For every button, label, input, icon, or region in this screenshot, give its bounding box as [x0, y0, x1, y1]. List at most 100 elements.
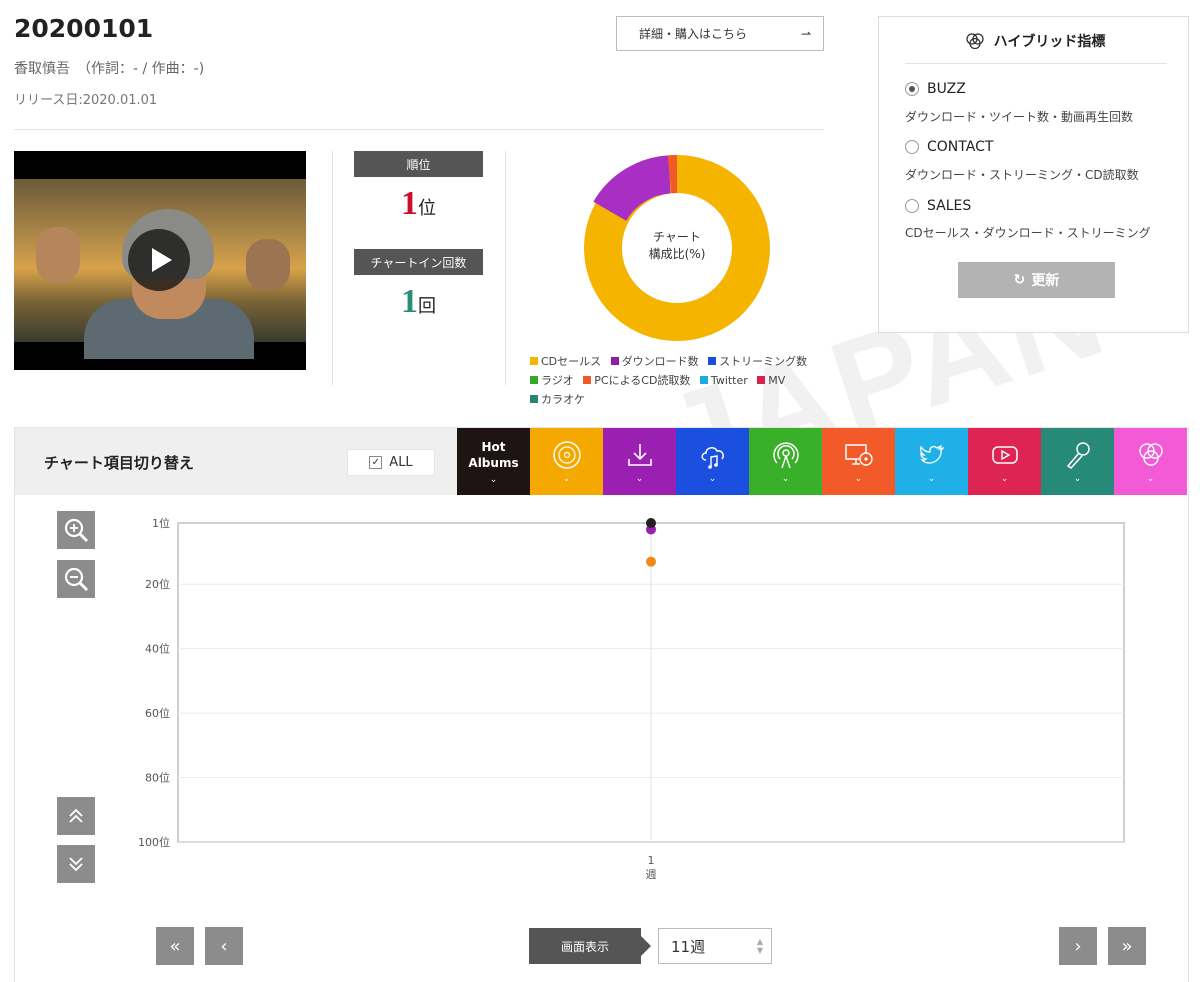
- play-button[interactable]: [128, 229, 190, 291]
- legend-label: カラオケ: [541, 393, 585, 406]
- radio-buzz[interactable]: BUZZ: [905, 81, 966, 97]
- option-description: ダウンロード・ツイート数・動画再生回数: [905, 110, 1134, 124]
- view-label: 画面表示: [529, 928, 651, 964]
- chart-category-tabs: Hot Albums ⌄ ⌄ ⌄ ⌄ ⌄ ⌄ ⌄ ⌄ ⌄ ⌄: [457, 428, 1187, 495]
- y-tick-label: 100位: [138, 835, 170, 849]
- option-label: CONTACT: [927, 139, 994, 155]
- arrow-right-icon: ⇀: [800, 26, 811, 41]
- tab-cd-sales[interactable]: ⌄: [530, 428, 603, 495]
- tab-pc-cd-read[interactable]: ⌄: [822, 428, 895, 495]
- option-description: ダウンロード・ストリーミング・CD読取数: [905, 168, 1139, 182]
- play-icon: [152, 248, 172, 272]
- option-label: SALES: [927, 198, 972, 214]
- legend-swatch: [583, 376, 592, 384]
- chartin-unit: 回: [418, 296, 436, 317]
- divider: [905, 63, 1167, 64]
- download-icon: [627, 443, 652, 466]
- legend-swatch: [530, 395, 538, 403]
- radio-icon: [772, 441, 799, 468]
- legend-label: ダウンロード数: [621, 355, 699, 368]
- chevron-down-icon: ⌄: [781, 473, 790, 484]
- buy-details-button[interactable]: 詳細・購入はこちら ⇀: [616, 16, 824, 51]
- video-player[interactable]: [14, 151, 306, 370]
- tab-radio[interactable]: ⌄: [749, 428, 822, 495]
- donut-legend: CDセールス ダウンロード数 ストリーミング数 ラジオ PCによるCD読取数 T…: [530, 352, 850, 409]
- divider: [14, 129, 824, 130]
- last-page-button[interactable]: »: [1108, 927, 1146, 965]
- chart-switch-title: チャート項目切り替え: [44, 454, 194, 472]
- hybrid-icon: [965, 33, 984, 50]
- divider: [332, 151, 333, 385]
- legend-swatch: [530, 357, 538, 365]
- radio-sales[interactable]: SALES: [905, 198, 971, 214]
- spin-down-icon: ▼: [756, 946, 763, 955]
- thumbnail-hand: [36, 227, 80, 283]
- chevron-down-icon: ⌄: [1000, 473, 1009, 484]
- refresh-label: 更新: [1031, 273, 1060, 289]
- tab-hot-label: Hot Albums: [468, 439, 518, 471]
- tab-download[interactable]: ⌄: [603, 428, 676, 495]
- legend-label: CDセールス: [541, 355, 602, 368]
- data-point: [646, 518, 656, 528]
- spin-up-icon: ▲: [756, 937, 763, 946]
- refresh-button[interactable]: ↻ 更新: [958, 262, 1115, 298]
- legend-label: ラジオ: [541, 374, 574, 387]
- legend-label: MV: [768, 374, 786, 387]
- y-tick-label: 1位: [152, 516, 170, 530]
- tab-hybrid[interactable]: ⌄: [1114, 428, 1187, 495]
- chartin-value: 1回: [354, 283, 483, 321]
- weeks-select[interactable]: 11週 ▲ ▼: [658, 928, 772, 964]
- weeks-value: 11週: [671, 937, 706, 956]
- x-tick-label: 1: [648, 854, 655, 867]
- radio-contact[interactable]: CONTACT: [905, 139, 993, 155]
- radio-dot[interactable]: [905, 140, 919, 154]
- legend-item: Twitter: [699, 371, 748, 390]
- tab-mv[interactable]: ⌄: [968, 428, 1041, 495]
- chevron-down-icon: ⌄: [562, 473, 571, 484]
- tab-karaoke[interactable]: ⌄: [1041, 428, 1114, 495]
- rank-label: 順位: [354, 151, 483, 177]
- legend-item: PCによるCD読取数: [583, 371, 690, 390]
- legend-swatch: [530, 376, 538, 384]
- rank-unit: 位: [418, 198, 436, 219]
- y-tick-label: 40位: [145, 642, 170, 656]
- artist-credit: 香取慎吾 （作詞：- / 作曲：-): [14, 61, 205, 77]
- scroll-up-button[interactable]: [57, 797, 95, 835]
- radio-dot[interactable]: [905, 199, 919, 213]
- karaoke-icon: [1066, 441, 1090, 469]
- cd-icon: [552, 440, 581, 469]
- chevron-down-icon: ⌄: [1146, 473, 1155, 484]
- legend-item: ラジオ: [530, 371, 574, 390]
- zoom-in-button[interactable]: [57, 511, 95, 549]
- prev-page-button[interactable]: ‹: [205, 927, 243, 965]
- next-page-button[interactable]: ›: [1059, 927, 1097, 965]
- youtube-icon: [991, 445, 1018, 464]
- scroll-down-button[interactable]: [57, 845, 95, 883]
- hybrid-index-panel: ハイブリッド指標 BUZZ ダウンロード・ツイート数・動画再生回数 CONTAC…: [878, 16, 1189, 333]
- release-date: リリース日:2020.01.01: [14, 93, 158, 108]
- pc-cd-icon: [844, 443, 873, 466]
- legend-swatch: [757, 376, 766, 384]
- all-toggle-button[interactable]: ✓ ALL: [347, 449, 435, 476]
- donut-label-line2: 構成比(%): [648, 247, 706, 261]
- cloud-music-icon: [701, 446, 724, 469]
- tab-streaming[interactable]: ⌄: [676, 428, 749, 495]
- spinner-icon[interactable]: ▲ ▼: [757, 937, 763, 955]
- chevron-down-icon: ⌄: [635, 473, 644, 484]
- refresh-icon: ↻: [1013, 272, 1026, 288]
- all-label: ALL: [389, 455, 413, 470]
- x-tick-unit: 週: [646, 868, 657, 881]
- zoom-out-button[interactable]: [57, 560, 95, 598]
- radio-dot[interactable]: [905, 82, 919, 96]
- tab-hot-albums[interactable]: Hot Albums ⌄: [457, 428, 530, 495]
- y-tick-label: 60位: [145, 706, 170, 720]
- tab-twitter[interactable]: ⌄: [895, 428, 968, 495]
- zoom-in-icon: [64, 518, 89, 543]
- checkbox-checked-icon[interactable]: ✓: [369, 456, 383, 469]
- donut-label-line1: チャート: [653, 230, 701, 244]
- legend-swatch: [708, 357, 717, 365]
- first-page-button[interactable]: «: [156, 927, 194, 965]
- double-chevron-down-icon: [69, 857, 83, 872]
- legend-item: ストリーミング数: [708, 352, 807, 371]
- legend-label: PCによるCD読取数: [594, 374, 691, 387]
